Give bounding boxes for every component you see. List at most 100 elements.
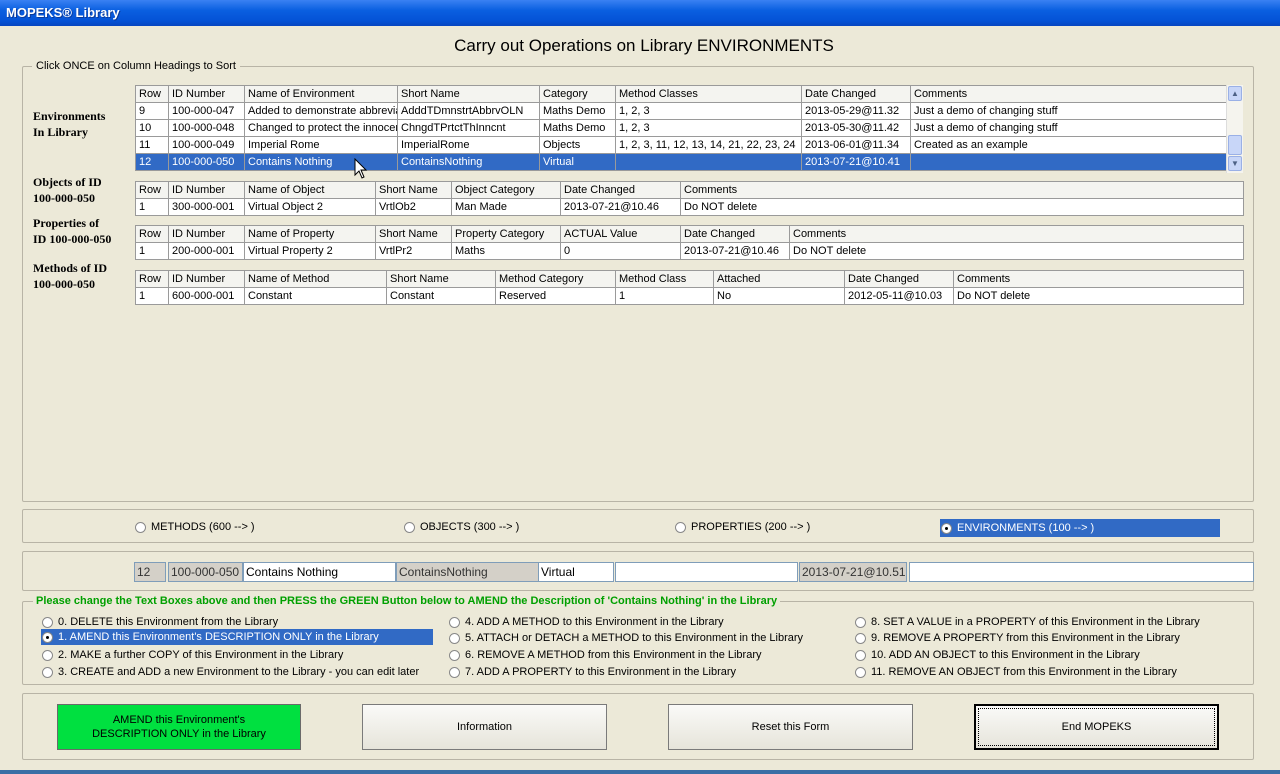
column-header[interactable]: Short Name [375,181,452,199]
comments-input[interactable] [909,562,1254,582]
operation-option[interactable]: 3. CREATE and ADD a new Environment to t… [42,664,419,680]
operation-option[interactable]: 8. SET A VALUE in a PROPERTY of this Env… [855,614,1200,630]
table-cell: 200-000-001 [168,242,245,260]
column-header[interactable]: Date Changed [560,181,681,199]
operation-option[interactable]: 9. REMOVE A PROPERTY from this Environme… [855,630,1180,646]
table-cell: No [713,287,845,305]
scroll-up-icon[interactable]: ▲ [1228,86,1242,101]
scroll-down-icon[interactable]: ▼ [1228,156,1242,171]
table-cell: 10 [135,119,169,137]
radio-environments[interactable]: ENVIRONMENTS (100 --> ) [940,519,1220,537]
table-cell: Do NOT delete [789,242,1244,260]
table-cell: Reserved [495,287,616,305]
reset-form-button[interactable]: Reset this Form [668,704,913,750]
properties-table[interactable]: Row ID Number Name of Property Short Nam… [135,225,1244,260]
column-header[interactable]: ID Number [168,181,245,199]
radio-selected-icon [42,631,53,643]
column-header[interactable]: Row [135,225,169,243]
end-mopeks-button[interactable]: End MOPEKS [974,704,1219,750]
table-cell: 1, 2, 3 [615,119,802,137]
table-cell: ContainsNothing [397,153,540,171]
column-header[interactable]: Date Changed [680,225,790,243]
radio-icon [675,521,686,533]
column-header[interactable]: ID Number [168,225,245,243]
table-cell: Virtual Object 2 [244,198,376,216]
table-header-row: Row ID Number Name of Environment Short … [135,85,1228,103]
table-cell: 1 [615,287,714,305]
column-header[interactable]: Comments [953,270,1244,288]
table-row[interactable]: 1 300-000-001 Virtual Object 2 VrtlOb2 M… [135,198,1244,216]
category-input[interactable]: Virtual [538,562,614,582]
objects-table[interactable]: Row ID Number Name of Object Short Name … [135,181,1244,216]
operation-option[interactable]: 4. ADD A METHOD to this Environment in t… [449,614,724,630]
radio-icon [135,521,146,533]
column-header[interactable]: Method Classes [615,85,802,103]
window-title-bar[interactable]: MOPEKS® Library [0,0,1280,26]
table-cell: Maths [451,242,561,260]
method-classes-input[interactable] [615,562,798,582]
table-row[interactable]: 1 600-000-001 Constant Constant Reserved… [135,287,1244,305]
column-header[interactable]: Name of Environment [244,85,398,103]
table-cell: 0 [560,242,681,260]
table-row[interactable]: 10 100-000-048 Changed to protect the in… [135,119,1228,137]
column-header[interactable]: Short Name [386,270,496,288]
column-header[interactable]: Comments [789,225,1244,243]
column-header[interactable]: Name of Property [244,225,376,243]
table-cell: Virtual [539,153,616,171]
scroll-thumb[interactable] [1228,135,1242,155]
column-header[interactable]: Method Category [495,270,616,288]
table-cell: 100-000-049 [168,136,245,154]
radio-icon [449,666,460,678]
table-cell: 2012-05-11@10.03 [844,287,954,305]
column-header[interactable]: ID Number [168,270,245,288]
table-cell: 1, 2, 3 [615,102,802,120]
column-header[interactable]: Row [135,85,169,103]
operation-option[interactable]: 2. MAKE a further COPY of this Environme… [42,647,343,663]
table-cell: 2013-07-21@10.46 [560,198,681,216]
table-row-selected[interactable]: 12 100-000-050 Contains Nothing Contains… [135,153,1228,171]
properties-label: Properties of ID 100-000-050 [33,216,112,246]
column-header[interactable]: Name of Method [244,270,387,288]
radio-objects[interactable]: OBJECTS (300 --> ) [404,519,519,535]
column-header[interactable]: Category [539,85,616,103]
operation-option[interactable]: 10. ADD AN OBJECT to this Environment in… [855,647,1140,663]
column-header[interactable]: Date Changed [801,85,911,103]
amend-description-button[interactable]: AMEND this Environment's DESCRIPTION ONL… [57,704,301,750]
operation-option[interactable]: 5. ATTACH or DETACH a METHOD to this Env… [449,630,803,646]
environments-table[interactable]: Row ID Number Name of Environment Short … [135,85,1228,171]
information-button[interactable]: Information [362,704,607,750]
column-header[interactable]: Row [135,181,169,199]
mouse-cursor-icon [354,158,368,179]
column-header[interactable]: Date Changed [844,270,954,288]
environments-scrollbar[interactable]: ▲ ▼ [1226,85,1243,173]
table-cell: Maths Demo [539,102,616,120]
column-header[interactable]: Method Class [615,270,714,288]
table-cell [615,153,802,171]
environment-name-input[interactable]: Contains Nothing [243,562,396,582]
table-cell: Changed to protect the innocent [244,119,398,137]
table-row[interactable]: 1 200-000-001 Virtual Property 2 VrtlPr2… [135,242,1244,260]
column-header[interactable]: Comments [910,85,1228,103]
methods-table[interactable]: Row ID Number Name of Method Short Name … [135,270,1244,305]
table-cell: Just a demo of changing stuff [910,102,1228,120]
column-header[interactable]: Comments [680,181,1244,199]
column-header[interactable]: Row [135,270,169,288]
column-header[interactable]: ACTUAL Value [560,225,681,243]
column-header[interactable]: Short Name [397,85,540,103]
column-header[interactable]: Object Category [451,181,561,199]
operation-option[interactable]: 0. DELETE this Environment from the Libr… [42,614,278,630]
column-header[interactable]: Name of Object [244,181,376,199]
table-row[interactable]: 9 100-000-047 Added to demonstrate abbre… [135,102,1228,120]
radio-properties[interactable]: PROPERTIES (200 --> ) [675,519,810,535]
operation-option[interactable]: 7. ADD A PROPERTY to this Environment in… [449,664,736,680]
operation-option[interactable]: 6. REMOVE A METHOD from this Environment… [449,647,761,663]
operation-option-selected[interactable]: 1. AMEND this Environment's DESCRIPTION … [41,629,433,645]
column-header[interactable]: Short Name [375,225,452,243]
column-header[interactable]: ID Number [168,85,245,103]
operation-option[interactable]: 11. REMOVE AN OBJECT from this Environme… [855,664,1177,680]
table-row[interactable]: 11 100-000-049 Imperial Rome ImperialRom… [135,136,1228,154]
table-cell: 9 [135,102,169,120]
column-header[interactable]: Attached [713,270,845,288]
radio-methods[interactable]: METHODS (600 --> ) [135,519,255,535]
column-header[interactable]: Property Category [451,225,561,243]
